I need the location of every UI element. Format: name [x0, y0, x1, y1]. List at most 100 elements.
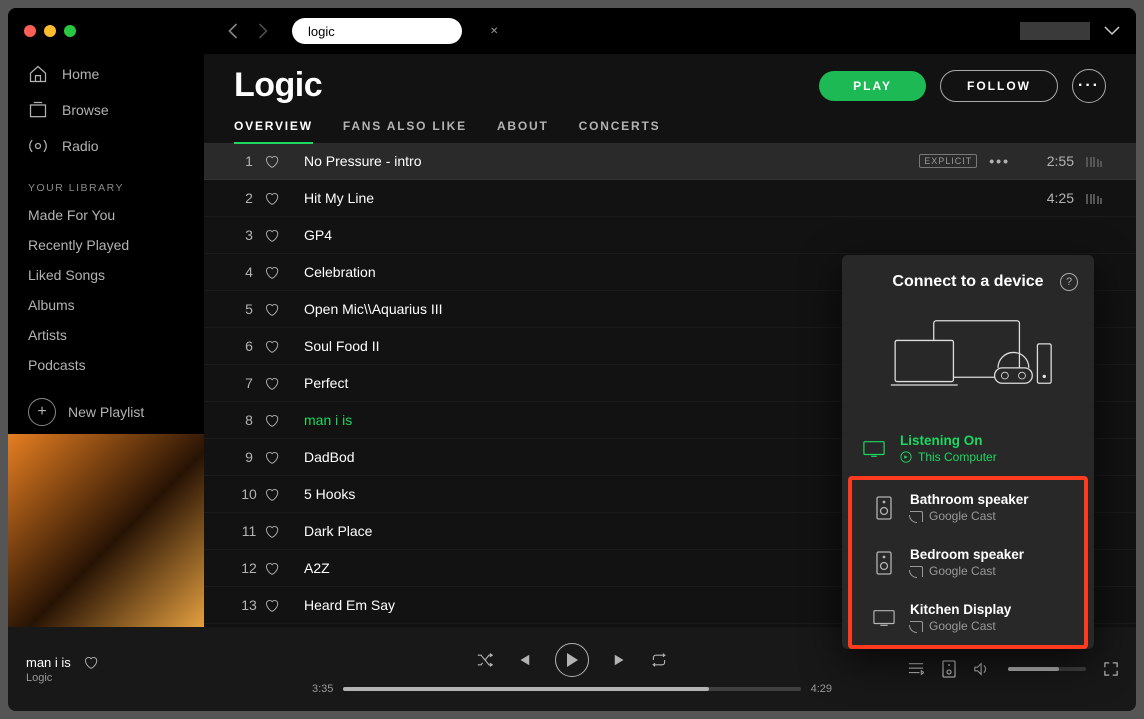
- artist-title: Logic: [234, 66, 805, 105]
- sidebar-item-label: Home: [62, 66, 99, 82]
- tab-overview[interactable]: OVERVIEW: [234, 119, 313, 143]
- sidebar-item-podcasts[interactable]: Podcasts: [8, 350, 204, 380]
- device-sub: Google Cast: [910, 509, 1029, 523]
- track-number: 12: [234, 560, 264, 576]
- cast-icon: [910, 566, 923, 577]
- track-number: 2: [234, 190, 264, 206]
- popularity-bars: [1086, 155, 1106, 167]
- sidebar-item-home[interactable]: Home: [28, 56, 184, 92]
- device-name: Bedroom speaker: [910, 547, 1024, 562]
- tab-about[interactable]: ABOUT: [497, 119, 549, 143]
- search-text[interactable]: [308, 24, 484, 39]
- home-icon: [28, 64, 48, 84]
- device-name: Kitchen Display: [910, 602, 1011, 617]
- follow-button[interactable]: FOLLOW: [940, 70, 1058, 102]
- nav-back-icon[interactable]: [228, 23, 239, 39]
- connect-popup: Connect to a device ? Listening On: [842, 255, 1094, 649]
- heart-icon[interactable]: [264, 413, 304, 428]
- heart-icon[interactable]: [264, 376, 304, 391]
- traffic-lights: [24, 25, 76, 37]
- shuffle-icon[interactable]: [477, 653, 493, 667]
- heart-icon[interactable]: [264, 265, 304, 280]
- maximize-window-icon[interactable]: [64, 25, 76, 37]
- device-sub: This Computer: [900, 450, 997, 464]
- device-item[interactable]: Bathroom speakerGoogle Cast: [852, 480, 1084, 535]
- sidebar-item-liked-songs[interactable]: Liked Songs: [8, 260, 204, 290]
- track-row[interactable]: 2 Hit My Line4:25: [204, 180, 1136, 217]
- tab-fans-also-like[interactable]: FANS ALSO LIKE: [343, 119, 467, 143]
- minimize-window-icon[interactable]: [44, 25, 56, 37]
- sidebar-item-artists[interactable]: Artists: [8, 320, 204, 350]
- search-input[interactable]: ✕: [292, 18, 462, 44]
- sidebar-item-label: Browse: [62, 102, 109, 118]
- heart-icon[interactable]: [264, 154, 304, 169]
- heart-icon[interactable]: [264, 191, 304, 206]
- cast-icon: [910, 621, 923, 632]
- now-playing-cover[interactable]: [8, 434, 204, 627]
- user-name[interactable]: [1020, 22, 1090, 40]
- track-number: 7: [234, 375, 264, 391]
- devices-icon[interactable]: [942, 660, 956, 678]
- sidebar-item-albums[interactable]: Albums: [8, 290, 204, 320]
- track-number: 6: [234, 338, 264, 354]
- play-pause-button[interactable]: [555, 643, 589, 677]
- clear-search-icon[interactable]: ✕: [490, 26, 498, 37]
- help-icon[interactable]: ?: [1060, 273, 1078, 291]
- track-name: Hit My Line: [304, 190, 1030, 206]
- device-item[interactable]: Bedroom speaker Google Cast: [852, 535, 1084, 590]
- track-row[interactable]: 3GP4: [204, 217, 1136, 254]
- sidebar-item-browse[interactable]: Browse: [28, 92, 184, 128]
- speaker-icon: [872, 549, 896, 577]
- device-sub: Google Cast: [910, 619, 1011, 633]
- new-playlist-button[interactable]: + New Playlist: [8, 390, 204, 434]
- queue-icon[interactable]: [908, 662, 924, 676]
- now-playing-artist[interactable]: Logic: [26, 672, 222, 684]
- heart-icon[interactable]: [264, 228, 304, 243]
- sidebar-item-label: Radio: [62, 138, 99, 154]
- repeat-icon[interactable]: [651, 653, 667, 667]
- heart-icon[interactable]: [83, 655, 98, 670]
- heart-icon[interactable]: [264, 302, 304, 317]
- play-icon: [566, 653, 578, 667]
- sidebar-item-radio[interactable]: Radio: [28, 128, 184, 164]
- tabs: OVERVIEW FANS ALSO LIKE ABOUT CONCERTS: [234, 119, 1106, 143]
- plus-icon: +: [28, 398, 56, 426]
- heart-icon[interactable]: [264, 487, 304, 502]
- sound-icon: [900, 451, 912, 463]
- sidebar-item-made-for-you[interactable]: Made For You: [8, 200, 204, 230]
- nav-forward-icon[interactable]: [257, 23, 268, 39]
- track-number: 11: [234, 523, 264, 539]
- fullscreen-icon[interactable]: [1104, 662, 1118, 676]
- heart-icon[interactable]: [264, 561, 304, 576]
- elapsed-time: 3:35: [312, 683, 333, 695]
- track-name: No Pressure - intro: [304, 153, 919, 169]
- device-item[interactable]: Kitchen Display Google Cast: [852, 590, 1084, 645]
- now-playing-title[interactable]: man i is: [26, 655, 71, 670]
- track-number: 13: [234, 597, 264, 613]
- volume-bar[interactable]: [1008, 667, 1086, 671]
- track-more-icon[interactable]: •••: [989, 153, 1010, 169]
- heart-icon[interactable]: [264, 450, 304, 465]
- heart-icon[interactable]: [264, 339, 304, 354]
- chevron-down-icon[interactable]: [1104, 26, 1120, 36]
- tab-concerts[interactable]: CONCERTS: [579, 119, 661, 143]
- sidebar-item-recently-played[interactable]: Recently Played: [8, 230, 204, 260]
- progress-bar[interactable]: [343, 687, 800, 691]
- heart-icon[interactable]: [264, 598, 304, 613]
- volume-icon[interactable]: [974, 662, 990, 676]
- track-duration: 4:25: [1030, 190, 1074, 206]
- play-button[interactable]: PLAY: [819, 71, 926, 101]
- track-number: 8: [234, 412, 264, 428]
- connect-title: Connect to a device: [892, 273, 1043, 291]
- device-sub: Google Cast: [910, 564, 1024, 578]
- track-number: 9: [234, 449, 264, 465]
- heart-icon[interactable]: [264, 524, 304, 539]
- prev-track-icon[interactable]: [517, 653, 531, 667]
- device-current[interactable]: Listening On This Computer: [842, 421, 1094, 476]
- next-track-icon[interactable]: [613, 653, 627, 667]
- close-window-icon[interactable]: [24, 25, 36, 37]
- more-button[interactable]: ···: [1072, 69, 1106, 103]
- track-row[interactable]: 1No Pressure - introEXPLICIT•••2:55: [204, 143, 1136, 180]
- display-icon: [872, 604, 896, 632]
- track-number: 4: [234, 264, 264, 280]
